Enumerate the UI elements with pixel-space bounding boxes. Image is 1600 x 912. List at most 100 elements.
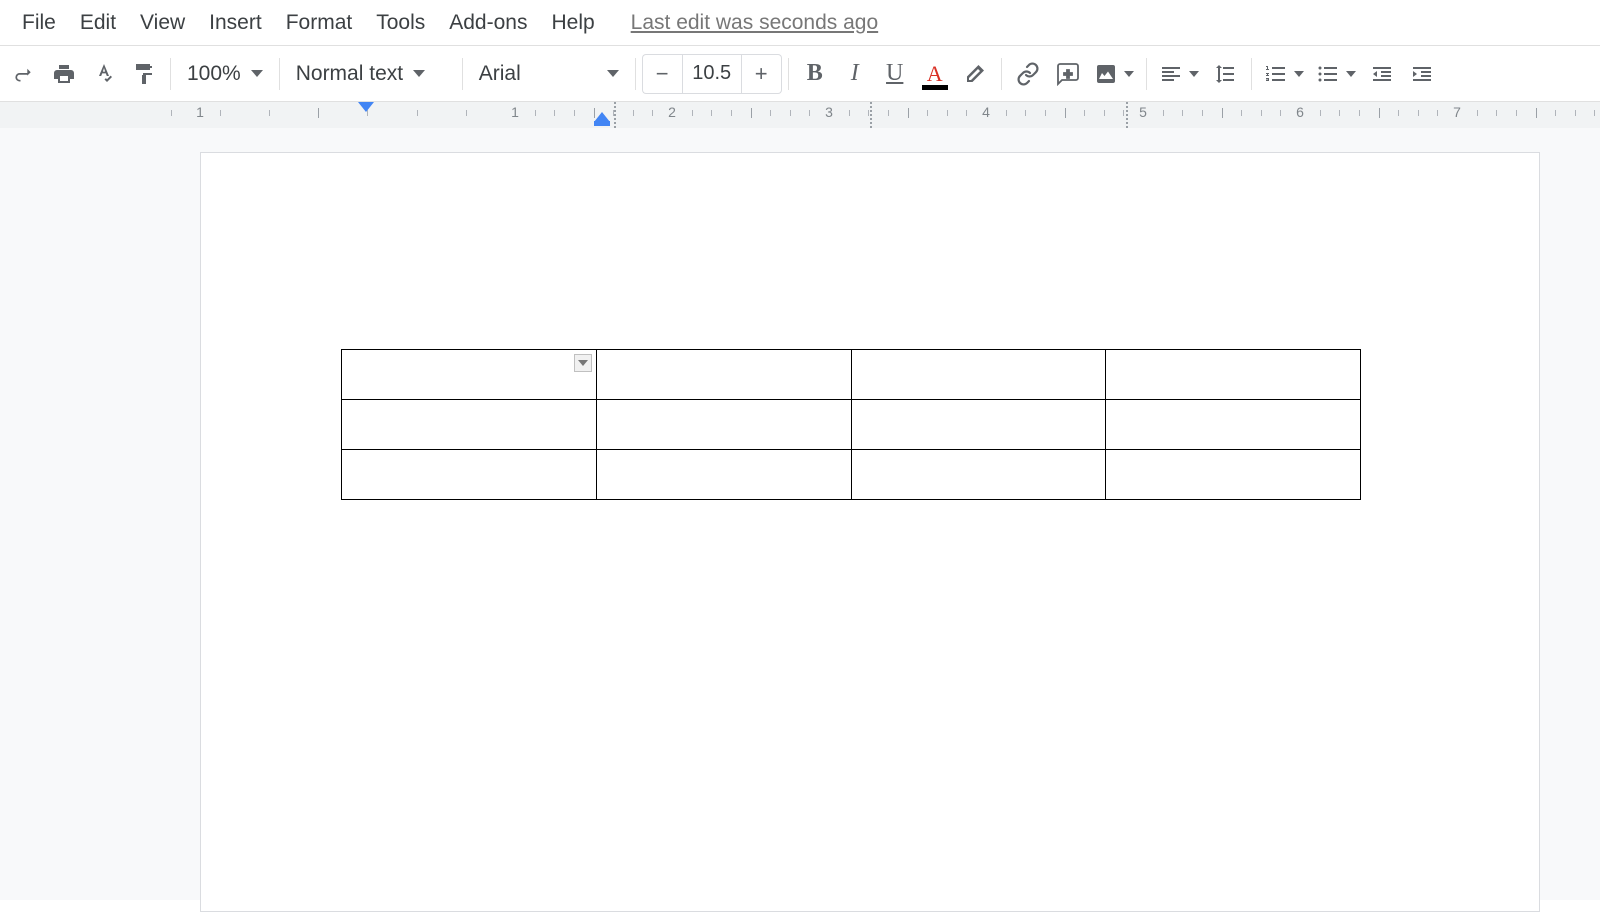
column-guide: [614, 102, 616, 128]
ruler-tick: [1280, 110, 1281, 116]
bold-button[interactable]: B: [795, 54, 835, 94]
ruler-tick: [1320, 110, 1321, 116]
menu-tools[interactable]: Tools: [364, 7, 437, 39]
zoom-value: 100%: [187, 62, 241, 86]
ruler-tick: [1398, 110, 1399, 116]
align-button[interactable]: [1153, 54, 1205, 94]
column-guide: [1126, 102, 1128, 128]
chevron-down-icon: [607, 70, 619, 77]
ruler-tick: [535, 110, 536, 116]
ruler-tick: [1339, 110, 1340, 116]
last-edit-link[interactable]: Last edit was seconds ago: [631, 11, 879, 35]
table-cell[interactable]: [342, 450, 597, 500]
add-comment-button[interactable]: [1048, 54, 1088, 94]
ruler-tick: [888, 110, 889, 116]
menu-insert[interactable]: Insert: [197, 7, 274, 39]
font-size-increase-button[interactable]: +: [742, 54, 782, 94]
table-cell[interactable]: [1106, 450, 1361, 500]
document-table[interactable]: [341, 349, 1361, 500]
menu-view[interactable]: View: [128, 7, 197, 39]
font-family-value: Arial: [479, 62, 521, 86]
table-cell[interactable]: [596, 350, 851, 400]
table-cell[interactable]: [342, 400, 597, 450]
redo-icon: [12, 62, 36, 86]
ruler-number: 1: [196, 104, 204, 120]
first-line-indent-marker[interactable]: [358, 102, 374, 112]
ruler-number: 6: [1296, 104, 1304, 120]
numbered-list-button[interactable]: [1258, 54, 1310, 94]
table-cell[interactable]: [342, 350, 597, 400]
chevron-down-icon: [1189, 71, 1199, 77]
image-icon: [1094, 62, 1118, 86]
chevron-down-icon: [1294, 71, 1304, 77]
menu-addons[interactable]: Add-ons: [437, 7, 539, 39]
chevron-down-icon: [1124, 71, 1134, 77]
ruler-number: 1: [511, 104, 519, 120]
paragraph-style-dropdown[interactable]: Normal text: [286, 54, 456, 94]
menu-file[interactable]: File: [10, 7, 68, 39]
table-cell[interactable]: [1106, 350, 1361, 400]
ruler-tick: [1123, 110, 1124, 116]
table-cell[interactable]: [596, 400, 851, 450]
ruler-tick: [947, 110, 948, 116]
ruler-tick: [1084, 110, 1085, 116]
ruler-tick: [966, 110, 967, 116]
table-cell[interactable]: [1106, 400, 1361, 450]
highlight-color-button[interactable]: [955, 54, 995, 94]
table-row[interactable]: [342, 400, 1361, 450]
separator: [170, 58, 171, 90]
text-color-swatch: [922, 85, 948, 90]
left-indent-base[interactable]: [594, 121, 610, 126]
font-size-input[interactable]: [682, 54, 742, 94]
menu-edit[interactable]: Edit: [68, 7, 128, 39]
ruler-tick: [1065, 108, 1066, 118]
bulleted-list-icon: [1316, 62, 1340, 86]
menu-format[interactable]: Format: [274, 7, 365, 39]
menu-help[interactable]: Help: [539, 7, 606, 39]
ruler-tick: [1104, 110, 1105, 116]
document-page[interactable]: [200, 152, 1540, 912]
decrease-indent-button[interactable]: [1362, 54, 1402, 94]
separator: [1251, 58, 1252, 90]
font-size-decrease-button[interactable]: −: [642, 54, 682, 94]
insert-link-button[interactable]: [1008, 54, 1048, 94]
comment-plus-icon: [1056, 62, 1080, 86]
underline-button[interactable]: U: [875, 54, 915, 94]
ruler-tick: [1516, 110, 1517, 116]
paint-format-button[interactable]: [124, 54, 164, 94]
table-row[interactable]: [342, 450, 1361, 500]
insert-image-button[interactable]: [1088, 54, 1140, 94]
ruler-tick: [1025, 110, 1026, 116]
ruler-tick: [731, 110, 732, 116]
bulleted-list-button[interactable]: [1310, 54, 1362, 94]
ruler-tick: [1163, 110, 1164, 116]
table-cell[interactable]: [851, 450, 1106, 500]
ruler[interactable]: 11234567: [0, 102, 1600, 128]
ruler-tick: [790, 110, 791, 116]
ruler-tick: [1594, 110, 1595, 116]
chevron-down-icon: [413, 70, 425, 77]
ruler-tick: [751, 108, 752, 118]
zoom-dropdown[interactable]: 100%: [177, 54, 273, 94]
table-cell[interactable]: [596, 450, 851, 500]
text-color-button[interactable]: A: [915, 54, 955, 94]
italic-button[interactable]: I: [835, 54, 875, 94]
font-family-dropdown[interactable]: Arial: [469, 54, 629, 94]
cell-options-button[interactable]: [574, 354, 592, 372]
separator: [279, 58, 280, 90]
ruler-tick: [1437, 110, 1438, 116]
ruler-tick: [417, 110, 418, 116]
print-icon: [52, 62, 76, 86]
column-guide: [870, 102, 872, 128]
table-cell[interactable]: [851, 350, 1106, 400]
table-cell[interactable]: [851, 400, 1106, 450]
increase-indent-button[interactable]: [1402, 54, 1442, 94]
redo-button[interactable]: [4, 54, 44, 94]
line-spacing-button[interactable]: [1205, 54, 1245, 94]
spellcheck-button[interactable]: [84, 54, 124, 94]
ruler-tick: [692, 110, 693, 116]
print-button[interactable]: [44, 54, 84, 94]
ruler-tick: [652, 110, 653, 116]
spellcheck-icon: [92, 62, 116, 86]
table-row[interactable]: [342, 350, 1361, 400]
